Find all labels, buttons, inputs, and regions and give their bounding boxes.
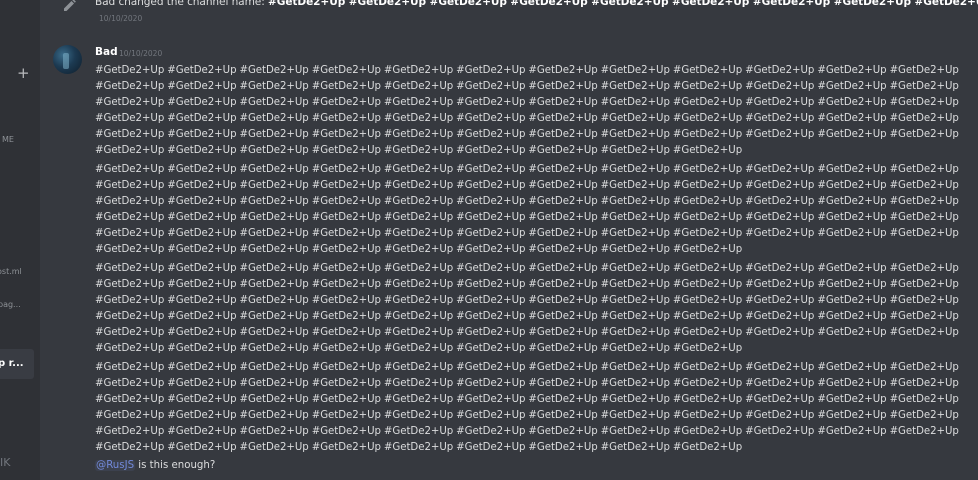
chat-area: Bad changed the channel name: #GetDe2+Up… [40, 0, 978, 480]
system-message: Bad changed the channel name: #GetDe2+Up… [40, 0, 978, 30]
message-paragraph: #GetDe2+Up #GetDe2+Up #GetDe2+Up #GetDe2… [95, 65, 959, 156]
message-final-line: @RusJS is this enough? [95, 458, 215, 474]
message-final-text: is this enough? [135, 460, 216, 471]
sidebar-item-active[interactable]: p r... [0, 349, 34, 379]
username[interactable]: Bad [95, 46, 118, 58]
sidebar-item-pag[interactable]: pag... [0, 300, 21, 309]
sidebar-item-ml[interactable]: ost.ml [0, 267, 22, 276]
message-timestamp: 10/10/2020 [119, 49, 163, 58]
channel-name: #GetDe2+Up #GetDe2+Up #GetDe2+Up #GetDe2… [267, 0, 978, 8]
message-paragraph: #GetDe2+Up #GetDe2+Up #GetDe2+Up #GetDe2… [95, 263, 959, 354]
avatar[interactable] [53, 45, 82, 74]
system-message-text: Bad changed the channel name: #GetDe2+Up… [95, 0, 978, 8]
system-message-prefix: Bad changed the channel name: [95, 0, 268, 8]
message-paragraph: #GetDe2+Up #GetDe2+Up #GetDe2+Up #GetDe2… [95, 164, 959, 255]
channel-sidebar: + ME ost.ml pag... p r... IK [0, 0, 40, 480]
message-paragraph: #GetDe2+Up #GetDe2+Up #GetDe2+Up #GetDe2… [95, 362, 959, 453]
sidebar-bottom-label: IK [0, 456, 11, 469]
pencil-icon [64, 0, 76, 11]
system-message-timestamp: 10/10/2020 [99, 14, 143, 23]
sidebar-me-label: ME [2, 135, 14, 144]
add-icon[interactable]: + [17, 64, 30, 82]
user-mention[interactable]: @RusJS [95, 460, 136, 471]
